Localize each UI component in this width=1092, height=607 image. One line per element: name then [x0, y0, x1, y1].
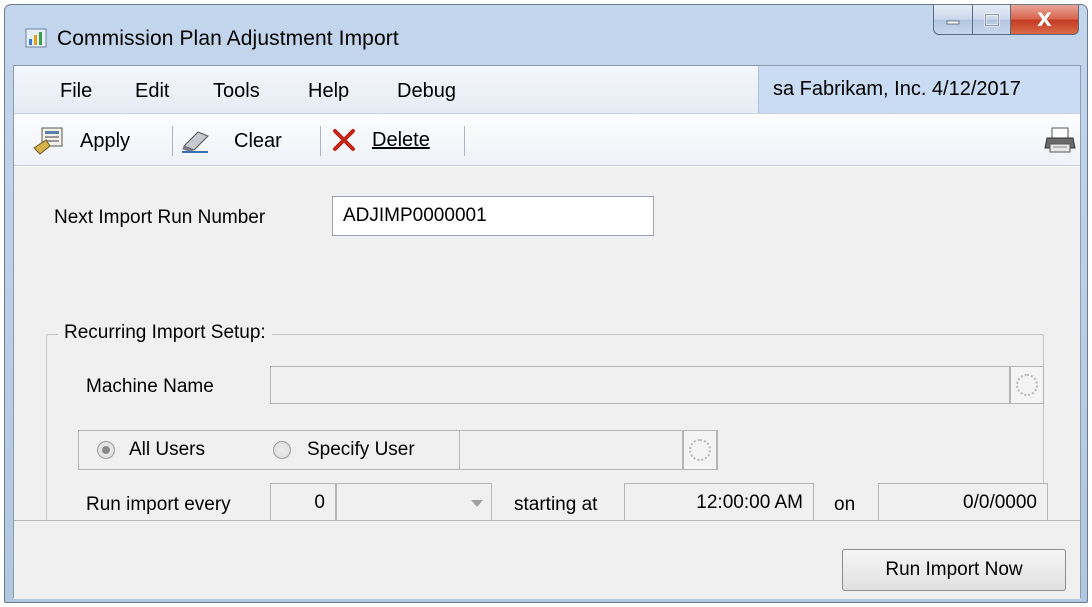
delete-button[interactable]: Delete: [330, 126, 430, 154]
starting-at-label: starting at: [514, 494, 598, 515]
window-title: Commission Plan Adjustment Import: [57, 27, 399, 50]
menu-debug[interactable]: Debug: [397, 80, 456, 103]
interval-unit-dropdown[interactable]: [336, 483, 492, 523]
delete-x-icon: [333, 129, 355, 151]
menu-edit[interactable]: Edit: [135, 80, 169, 103]
apply-icon: [33, 127, 63, 155]
toolbar-separator: [464, 126, 465, 156]
minimize-icon: [946, 20, 960, 24]
run-every-field[interactable]: 0: [270, 483, 336, 523]
footer-bar: Run Import Now: [14, 520, 1080, 599]
form-content: Next Import Run Number ADJIMP0000001 Rec…: [14, 167, 1080, 574]
toolbar: Apply Clear Delete: [14, 114, 1080, 166]
eraser-icon: [182, 131, 209, 153]
specify-user-label: Specify User: [307, 439, 415, 460]
user-selection-row: All Users Specify User: [78, 430, 718, 470]
specify-user-field[interactable]: [459, 430, 683, 470]
chart-icon: [25, 28, 47, 48]
window-controls: X: [933, 5, 1079, 35]
print-button[interactable]: [1044, 126, 1076, 156]
run-import-now-button[interactable]: Run Import Now: [842, 549, 1066, 591]
maximize-button[interactable]: [973, 5, 1011, 35]
maximize-icon: [984, 13, 999, 26]
window: Commission Plan Adjustment Import X File…: [4, 4, 1088, 603]
machine-lookup-button[interactable]: [1010, 366, 1044, 404]
toolbar-separator: [172, 126, 173, 156]
machine-name-label: Machine Name: [86, 376, 214, 397]
clear-label: Clear: [234, 129, 282, 152]
menu-help[interactable]: Help: [308, 80, 349, 103]
close-button[interactable]: X: [1011, 5, 1079, 35]
apply-label: Apply: [80, 129, 131, 152]
dropdown-arrow-icon: [471, 500, 483, 507]
next-run-number-field[interactable]: ADJIMP0000001: [332, 196, 654, 236]
clear-button[interactable]: Clear: [180, 126, 282, 156]
company-info: sa Fabrikam, Inc. 4/12/2017: [758, 66, 1080, 113]
menu-file[interactable]: File: [60, 80, 92, 103]
printer-icon: [1044, 127, 1076, 153]
run-every-label: Run import every: [86, 494, 231, 515]
start-time-field[interactable]: 12:00:00 AM: [624, 483, 814, 523]
on-label: on: [834, 494, 856, 515]
group-title: Recurring Import Setup:: [58, 322, 272, 344]
all-users-label: All Users: [129, 439, 206, 460]
menu-tools[interactable]: Tools: [213, 80, 260, 103]
next-run-label: Next Import Run Number: [54, 207, 266, 228]
all-users-radio[interactable]: [97, 441, 115, 459]
menu-bar: File Edit Tools Help Debug sa Fabrikam, …: [14, 66, 1080, 114]
dialog-body: File Edit Tools Help Debug sa Fabrikam, …: [13, 65, 1081, 599]
delete-label: Delete: [372, 128, 430, 151]
machine-name-field[interactable]: [270, 366, 1010, 404]
title-bar[interactable]: Commission Plan Adjustment Import X: [5, 5, 1087, 65]
start-date-field[interactable]: 0/0/0000: [878, 483, 1048, 523]
specify-user-radio[interactable]: [273, 441, 291, 459]
lookup-icon: [1016, 374, 1038, 396]
toolbar-separator: [320, 126, 321, 156]
close-icon: X: [1037, 8, 1052, 31]
apply-button[interactable]: Apply: [32, 126, 130, 156]
minimize-button[interactable]: [933, 5, 973, 35]
lookup-icon: [689, 439, 711, 461]
user-lookup-button[interactable]: [683, 430, 717, 470]
